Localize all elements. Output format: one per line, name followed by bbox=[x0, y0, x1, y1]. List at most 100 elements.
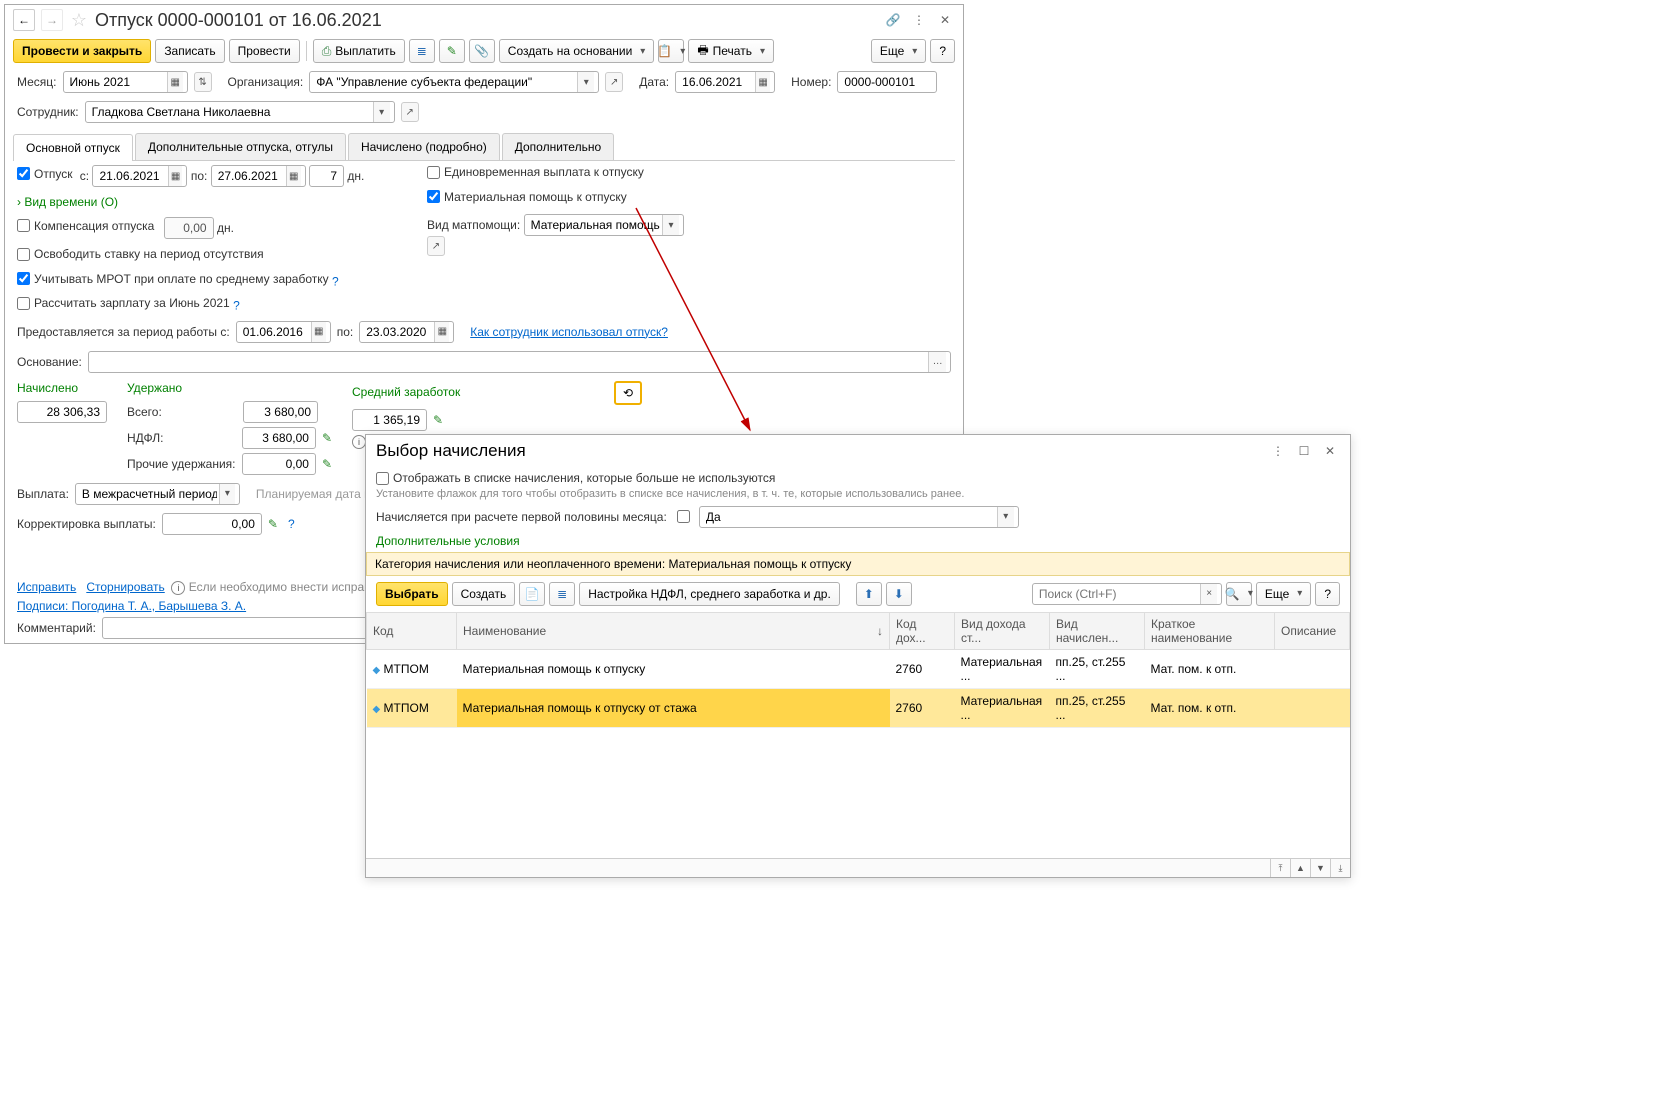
copy-button[interactable]: 📄 bbox=[519, 582, 545, 606]
table-row[interactable]: ◆ МТПОМ Материальная помощь к отпуску 27… bbox=[367, 649, 1350, 688]
release-rate-check[interactable]: Освободить ставку на период отсутствия bbox=[17, 247, 264, 261]
storno-link[interactable]: Сторнировать bbox=[86, 580, 164, 594]
link-icon[interactable]: 🔗 bbox=[883, 10, 903, 30]
tab-accrued[interactable]: Начислено (подробно) bbox=[348, 133, 500, 160]
edit-other-icon[interactable]: ✎ bbox=[322, 457, 332, 471]
to-date-input[interactable]: ▦ bbox=[211, 165, 306, 187]
more-button[interactable]: Еще bbox=[871, 39, 926, 63]
correction-input[interactable] bbox=[162, 513, 262, 535]
mat-type-open-icon[interactable]: ↗ bbox=[427, 236, 445, 256]
num-value[interactable] bbox=[842, 74, 932, 90]
star-icon[interactable]: ☆ bbox=[69, 10, 89, 30]
fix-link[interactable]: Исправить bbox=[17, 580, 76, 594]
employee-open-icon[interactable]: ↗ bbox=[401, 102, 419, 122]
period-from-input[interactable]: ▦ bbox=[236, 321, 331, 343]
back-button[interactable]: ← bbox=[13, 9, 35, 31]
calendar-icon[interactable]: ▦ bbox=[286, 166, 301, 186]
nav-up-icon[interactable]: ▲ bbox=[1290, 859, 1310, 877]
select-button[interactable]: Выбрать bbox=[376, 582, 448, 606]
help-button[interactable]: ? bbox=[930, 39, 955, 63]
nav-down-icon[interactable]: ▼ bbox=[1310, 859, 1330, 877]
additional-conditions-link[interactable]: Дополнительные условия bbox=[376, 534, 520, 548]
days-input[interactable] bbox=[309, 165, 344, 187]
table-row[interactable]: ◆ МТПОМ Материальная помощь к отпуску от… bbox=[367, 688, 1350, 727]
edit-icon-button[interactable]: ✎ bbox=[439, 39, 465, 63]
popup-help-button[interactable]: ? bbox=[1315, 582, 1340, 606]
chevron-down-icon[interactable]: ▾ bbox=[373, 102, 390, 122]
popup-more-button[interactable]: Еще bbox=[1256, 582, 1311, 606]
calendar-icon[interactable]: ▦ bbox=[167, 72, 183, 92]
period-to-input[interactable]: ▦ bbox=[359, 321, 454, 343]
month-value[interactable] bbox=[68, 74, 167, 90]
mat-type-value[interactable] bbox=[529, 217, 663, 233]
col-code[interactable]: Код bbox=[367, 612, 457, 649]
half-month-check[interactable] bbox=[677, 510, 690, 523]
close-icon[interactable]: ✕ bbox=[935, 10, 955, 30]
nav-last-icon[interactable]: ⤓ bbox=[1330, 859, 1350, 877]
payout-input[interactable]: ▾ bbox=[75, 483, 240, 505]
month-stepper[interactable]: ⇅ bbox=[194, 72, 212, 92]
tab-extra-vacation[interactable]: Дополнительные отпуска, отгулы bbox=[135, 133, 346, 160]
move-up-button[interactable]: ⬆ bbox=[856, 582, 882, 606]
kebab-icon[interactable]: ⋮ bbox=[909, 10, 929, 30]
date-input[interactable]: ▦ bbox=[675, 71, 775, 93]
col-accrual-kind[interactable]: Вид начислен... bbox=[1050, 612, 1145, 649]
compensation-check[interactable]: Компенсация отпуска bbox=[17, 219, 154, 233]
calendar-icon[interactable]: ▦ bbox=[311, 322, 326, 342]
employee-input[interactable]: ▾ bbox=[85, 101, 395, 123]
recalc-check[interactable]: Рассчитать зарплату за Июнь 2021 bbox=[17, 296, 230, 310]
calendar-icon[interactable]: ▦ bbox=[434, 322, 449, 342]
recalc-button[interactable]: ⟲ bbox=[614, 381, 642, 405]
print-button[interactable]: 🖶 Печать bbox=[688, 39, 774, 63]
basis-input[interactable]: … bbox=[88, 351, 951, 373]
tab-main-vacation[interactable]: Основной отпуск bbox=[13, 134, 133, 161]
maximize-icon[interactable]: ☐ bbox=[1294, 441, 1314, 461]
forward-button[interactable]: → bbox=[41, 9, 63, 31]
num-input[interactable] bbox=[837, 71, 937, 93]
employee-value[interactable] bbox=[90, 104, 373, 120]
org-input[interactable]: ▾ bbox=[309, 71, 599, 93]
edit-corr-icon[interactable]: ✎ bbox=[268, 517, 278, 531]
copy-icon-button[interactable]: 📋 bbox=[658, 39, 684, 63]
post-close-button[interactable]: Провести и закрыть bbox=[13, 39, 151, 63]
mrot-help-icon[interactable]: ? bbox=[332, 274, 339, 288]
from-date-input[interactable]: ▦ bbox=[92, 165, 187, 187]
col-description[interactable]: Описание bbox=[1275, 612, 1350, 649]
close-icon[interactable]: ✕ bbox=[1320, 441, 1340, 461]
half-month-input[interactable]: ▾ bbox=[699, 506, 1019, 528]
search-input[interactable]: × bbox=[1032, 583, 1222, 605]
col-income-kind[interactable]: Вид дохода ст... bbox=[955, 612, 1050, 649]
col-income-code[interactable]: Код дох... bbox=[890, 612, 955, 649]
list-button[interactable]: ≣ bbox=[549, 582, 575, 606]
mrot-check[interactable]: Учитывать МРОТ при оплате по среднему за… bbox=[17, 272, 329, 286]
date-value[interactable] bbox=[680, 74, 755, 90]
ellipsis-icon[interactable]: … bbox=[928, 352, 946, 372]
mat-help-check[interactable]: Материальная помощь к отпуску bbox=[427, 190, 627, 204]
corr-help-icon[interactable]: ? bbox=[288, 517, 295, 531]
how-used-link[interactable]: Как сотрудник использовал отпуск? bbox=[470, 325, 668, 339]
attach-icon-button[interactable]: 📎 bbox=[469, 39, 495, 63]
setup-button[interactable]: Настройка НДФЛ, среднего заработка и др. bbox=[579, 582, 840, 606]
lump-check[interactable]: Единовременная выплата к отпуску bbox=[427, 165, 644, 179]
save-button[interactable]: Записать bbox=[155, 39, 224, 63]
search-button[interactable]: 🔍 bbox=[1226, 582, 1252, 606]
chevron-down-icon[interactable]: ▾ bbox=[219, 484, 235, 504]
chevron-down-icon[interactable]: ▾ bbox=[997, 507, 1014, 527]
vacation-check[interactable]: Отпуск bbox=[17, 167, 72, 181]
recalc-help-icon[interactable]: ? bbox=[233, 299, 240, 313]
chevron-down-icon[interactable]: ▾ bbox=[662, 215, 678, 235]
tab-additional[interactable]: Дополнительно bbox=[502, 133, 614, 160]
col-short-name[interactable]: Краткое наименование bbox=[1145, 612, 1275, 649]
list-icon-button[interactable]: ≣ bbox=[409, 39, 435, 63]
create-based-button[interactable]: Создать на основании bbox=[499, 39, 655, 63]
chevron-down-icon[interactable]: ▾ bbox=[577, 72, 594, 92]
col-name[interactable]: Наименование↓ bbox=[457, 612, 890, 649]
clear-search-icon[interactable]: × bbox=[1200, 584, 1216, 604]
nav-first-icon[interactable]: ⤒ bbox=[1270, 859, 1290, 877]
org-value[interactable] bbox=[314, 74, 577, 90]
edit-ndfl-icon[interactable]: ✎ bbox=[322, 431, 332, 445]
move-down-button[interactable]: ⬇ bbox=[886, 582, 912, 606]
calendar-icon[interactable]: ▦ bbox=[168, 166, 183, 186]
show-unused-check[interactable]: Отображать в списке начисления, которые … bbox=[376, 471, 775, 485]
calendar-icon[interactable]: ▦ bbox=[755, 72, 770, 92]
